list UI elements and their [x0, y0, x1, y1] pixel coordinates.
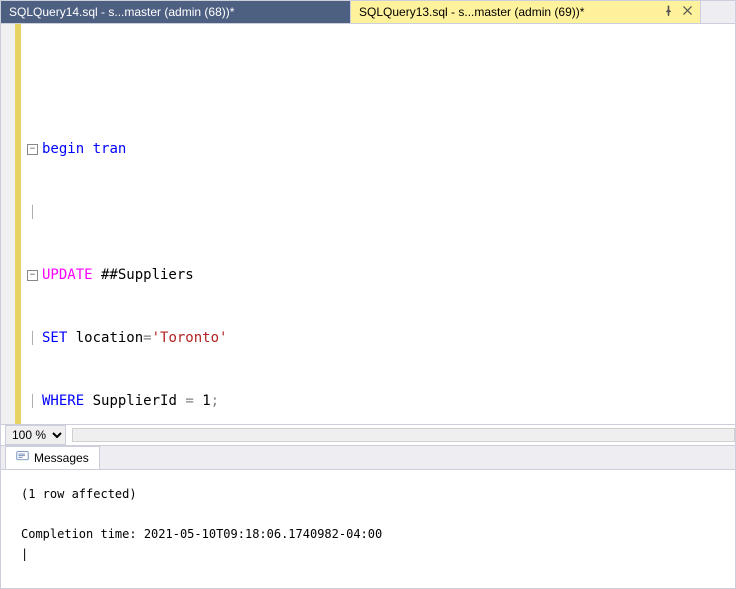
operator: =: [143, 328, 151, 349]
keyword: begin: [42, 139, 84, 160]
operator: =: [185, 391, 193, 412]
messages-tab-label: Messages: [34, 451, 89, 465]
tab-sqlquery14[interactable]: SQLQuery14.sql - s...master (admin (68))…: [1, 1, 351, 23]
fold-toggle-icon[interactable]: −: [27, 270, 38, 281]
messages-icon: [16, 450, 29, 466]
tab-label: SQLQuery13.sql - s...master (admin (69))…: [359, 5, 584, 19]
messages-pane[interactable]: (1 row affected) Completion time: 2021-0…: [1, 470, 735, 587]
string-literal: 'Toronto': [152, 328, 228, 349]
keyword: WHERE: [42, 391, 84, 412]
close-icon[interactable]: [681, 4, 694, 20]
sql-editor[interactable]: −begin tran │ −UPDATE ##Suppliers │SET l…: [21, 24, 735, 424]
zoom-level-select[interactable]: 100 %: [5, 425, 66, 445]
number: 1: [202, 391, 210, 412]
completion-time-text: Completion time: 2021-05-10T09:18:06.174…: [21, 524, 727, 544]
horizontal-scrollbar[interactable]: [72, 428, 735, 442]
rows-affected-text: (1 row affected): [21, 484, 727, 504]
pin-icon[interactable]: [662, 4, 675, 20]
editor-margin: [1, 24, 15, 424]
keyword: UPDATE: [42, 265, 93, 286]
caret-line: [21, 544, 727, 564]
keyword: SET: [42, 328, 67, 349]
blank-line: [21, 504, 727, 524]
code-text: location: [67, 328, 143, 349]
zoom-bar: 100 %: [1, 424, 735, 446]
code-editor-area: −begin tran │ −UPDATE ##Suppliers │SET l…: [1, 24, 735, 424]
results-tab-bar: Messages: [1, 446, 735, 470]
keyword: tran: [93, 139, 127, 160]
tab-sqlquery13[interactable]: SQLQuery13.sql - s...master (admin (69))…: [351, 1, 701, 23]
code-text: ##Suppliers: [93, 265, 194, 286]
code-text: SupplierId: [84, 391, 185, 412]
fold-toggle-icon[interactable]: −: [27, 144, 38, 155]
semicolon: ;: [211, 391, 219, 412]
tab-label: SQLQuery14.sql - s...master (admin (68))…: [9, 5, 234, 19]
document-tab-bar: SQLQuery14.sql - s...master (admin (68))…: [1, 1, 735, 24]
messages-tab[interactable]: Messages: [5, 446, 100, 469]
